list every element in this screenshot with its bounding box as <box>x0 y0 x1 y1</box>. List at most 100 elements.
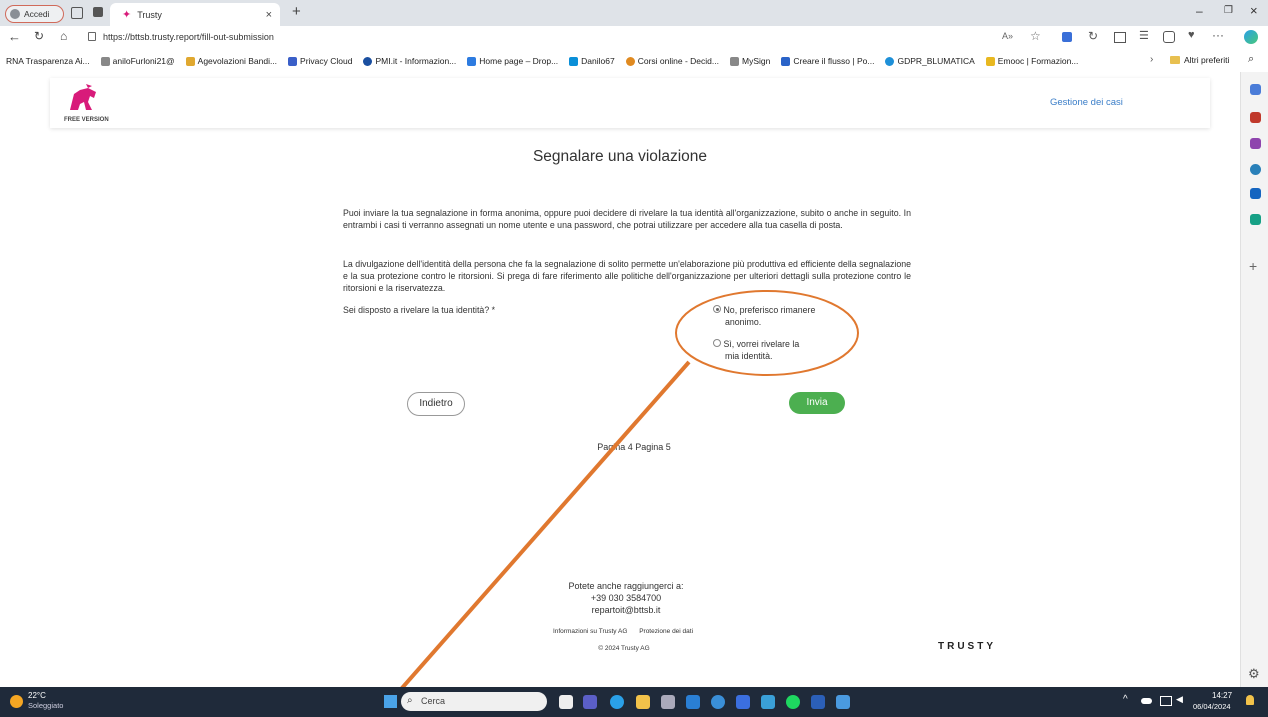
app-icon[interactable] <box>711 695 725 709</box>
nav-link-gestione-casi[interactable]: Gestione dei casi <box>1050 97 1123 108</box>
network-icon[interactable] <box>1160 696 1172 706</box>
more-menu-icon[interactable]: ··· <box>1212 28 1224 42</box>
sidebar-games-icon[interactable] <box>1250 164 1261 175</box>
bookmark-item[interactable]: Creare il flusso | Po... <box>781 56 874 66</box>
start-icon[interactable] <box>384 695 397 708</box>
sidebar-drop-icon[interactable] <box>1250 214 1261 225</box>
bookmark-item[interactable]: Danilo67 <box>569 56 615 66</box>
radio-option-reveal[interactable]: Sì, vorrei rivelare la mia identità. <box>713 338 799 362</box>
footer-link-privacy[interactable]: Protezione dei dati <box>639 628 693 635</box>
bookmark-item[interactable]: Corsi online - Decid... <box>625 56 719 66</box>
chevron-right-icon[interactable]: › <box>1150 54 1153 65</box>
sidebar-add-icon[interactable]: + <box>1249 258 1257 274</box>
todo-icon[interactable] <box>736 695 750 709</box>
back-icon[interactable]: ← <box>8 29 21 44</box>
footer-email[interactable]: repartoit@bttsb.it <box>0 604 1252 616</box>
windows-taskbar: 22°C Soleggiato ⌕ Cerca ^ ◀ 14:27 06/04/… <box>0 687 1268 717</box>
notification-bell-icon[interactable] <box>1246 695 1254 705</box>
sidebar-tag-icon[interactable] <box>1250 84 1261 95</box>
profile-button[interactable]: Accedi <box>5 5 64 23</box>
read-aloud-icon[interactable]: A» <box>1002 31 1013 41</box>
radio-anonymous[interactable] <box>713 305 721 313</box>
home-icon[interactable]: ⌂ <box>60 29 67 43</box>
radio-option-anonymous[interactable]: No, preferisco rimanere anonimo. <box>713 304 815 328</box>
taskview-icon[interactable] <box>559 695 573 709</box>
sidebar-search-icon[interactable]: ⌕ <box>1248 53 1254 66</box>
clock-date[interactable]: 06/04/2024 <box>1193 702 1231 711</box>
split-screen-icon[interactable] <box>1114 32 1126 43</box>
bookmarks-bar: RNA Trasparenza Ai... aniloFurloni21@ Ag… <box>0 50 1268 73</box>
profile-label: Accedi <box>24 9 50 19</box>
bookmark-item[interactable]: Emooc | Formazion... <box>985 56 1078 66</box>
logo-caption: FREE VERSION <box>64 117 109 123</box>
spotify-icon[interactable] <box>786 695 800 709</box>
volume-icon[interactable]: ◀ <box>1176 694 1183 705</box>
bookmark-item[interactable]: GDPR_BLUMATICA <box>885 56 975 66</box>
browser-titlebar: Accedi ✦ Trusty × + – ❐ × <box>0 0 1268 26</box>
bookmark-item[interactable]: aniloFurloni21@ <box>100 56 175 66</box>
search-icon: ⌕ <box>407 695 413 706</box>
bookmark-item[interactable]: PMI.it - Informazion... <box>363 56 456 66</box>
edge-icon[interactable] <box>610 695 624 709</box>
browser-essentials-icon[interactable]: ♥ <box>1188 29 1195 41</box>
copilot-icon[interactable] <box>1244 30 1258 44</box>
bookmark-icon <box>781 56 791 66</box>
onedrive-icon[interactable] <box>1141 698 1152 704</box>
footer-phone: +39 030 3584700 <box>590 593 662 603</box>
bookmark-icon <box>467 56 477 66</box>
store-icon[interactable] <box>761 695 775 709</box>
site-header: FREE VERSION Gestione dei casi <box>50 78 1210 128</box>
bookmark-item[interactable]: RNA Trasparenza Ai... <box>6 56 90 66</box>
tab-close-icon[interactable]: × <box>266 9 272 21</box>
calculator-icon[interactable] <box>661 695 675 709</box>
bookmark-icon <box>185 56 195 66</box>
page-title: Segnalare una violazione <box>532 148 708 165</box>
file-explorer-icon[interactable] <box>636 695 650 709</box>
weather-temp: 22°C <box>28 691 46 700</box>
sidebar-settings-icon[interactable]: ⚙ <box>1248 666 1260 682</box>
bookmark-item[interactable]: Privacy Cloud <box>288 56 352 66</box>
bookmark-icon <box>363 56 373 66</box>
trusty-logo-icon[interactable] <box>66 84 100 112</box>
mail-icon[interactable] <box>686 695 700 709</box>
footer-link-info[interactable]: Informazioni su Trusty AG <box>553 628 627 635</box>
extension-icon[interactable] <box>1062 32 1072 42</box>
tray-chevron-up-icon[interactable]: ^ <box>1123 694 1128 705</box>
bookmark-item[interactable]: Agevolazioni Bandi... <box>185 56 277 66</box>
collections-icon[interactable] <box>1163 31 1175 43</box>
url-field[interactable]: https://bttsb.trusty.report/fill-out-sub… <box>103 32 274 42</box>
clock-time[interactable]: 14:27 <box>1212 691 1232 700</box>
refresh-ext-icon[interactable]: ↻ <box>1088 29 1098 43</box>
bookmark-item[interactable]: Home page – Drop... <box>467 56 558 66</box>
sidebar-briefcase-icon[interactable] <box>1250 112 1261 123</box>
avatar-icon <box>10 9 20 19</box>
bookmark-item[interactable]: MySign <box>730 56 770 66</box>
tab-trusty[interactable]: ✦ Trusty × <box>110 3 280 26</box>
other-favorites[interactable]: Altri preferiti <box>1170 55 1229 65</box>
submit-button[interactable]: Invia <box>789 392 845 414</box>
radio-reveal[interactable] <box>713 339 721 347</box>
web-page: FREE VERSION Gestione dei casi Segnalare… <box>0 72 1240 687</box>
reload-icon[interactable]: ↻ <box>34 29 44 43</box>
sidebar-people-icon[interactable] <box>1250 138 1261 149</box>
address-bar-row: ← ↻ ⌂ https://bttsb.trusty.report/fill-o… <box>0 26 1268 50</box>
restore-icon[interactable]: ❐ <box>1224 5 1233 16</box>
tab-actions-icon[interactable] <box>93 7 103 17</box>
minimize-icon[interactable]: – <box>1196 4 1203 18</box>
new-tab-icon[interactable]: + <box>292 3 301 20</box>
footer-copyright: © 2024 Trusty AG <box>598 645 650 652</box>
taskbar-search-input[interactable]: ⌕ Cerca <box>401 692 547 711</box>
sidebar-outlook-icon[interactable] <box>1250 188 1261 199</box>
bookmark-icon <box>569 56 579 66</box>
word-icon[interactable] <box>811 695 825 709</box>
window-close-icon[interactable]: × <box>1250 3 1258 18</box>
favorite-star-icon[interactable]: ☆ <box>1030 29 1041 43</box>
footer-contact: Potete anche raggiungerci a: +39 030 358… <box>0 580 1252 616</box>
back-button[interactable]: Indietro <box>407 392 465 416</box>
favorites-icon[interactable]: ☰ <box>1139 29 1149 42</box>
weather-icon[interactable] <box>10 695 23 708</box>
teams-icon[interactable] <box>583 695 597 709</box>
photos-icon[interactable] <box>836 695 850 709</box>
workspaces-icon[interactable] <box>71 7 83 19</box>
lock-icon <box>88 32 96 41</box>
